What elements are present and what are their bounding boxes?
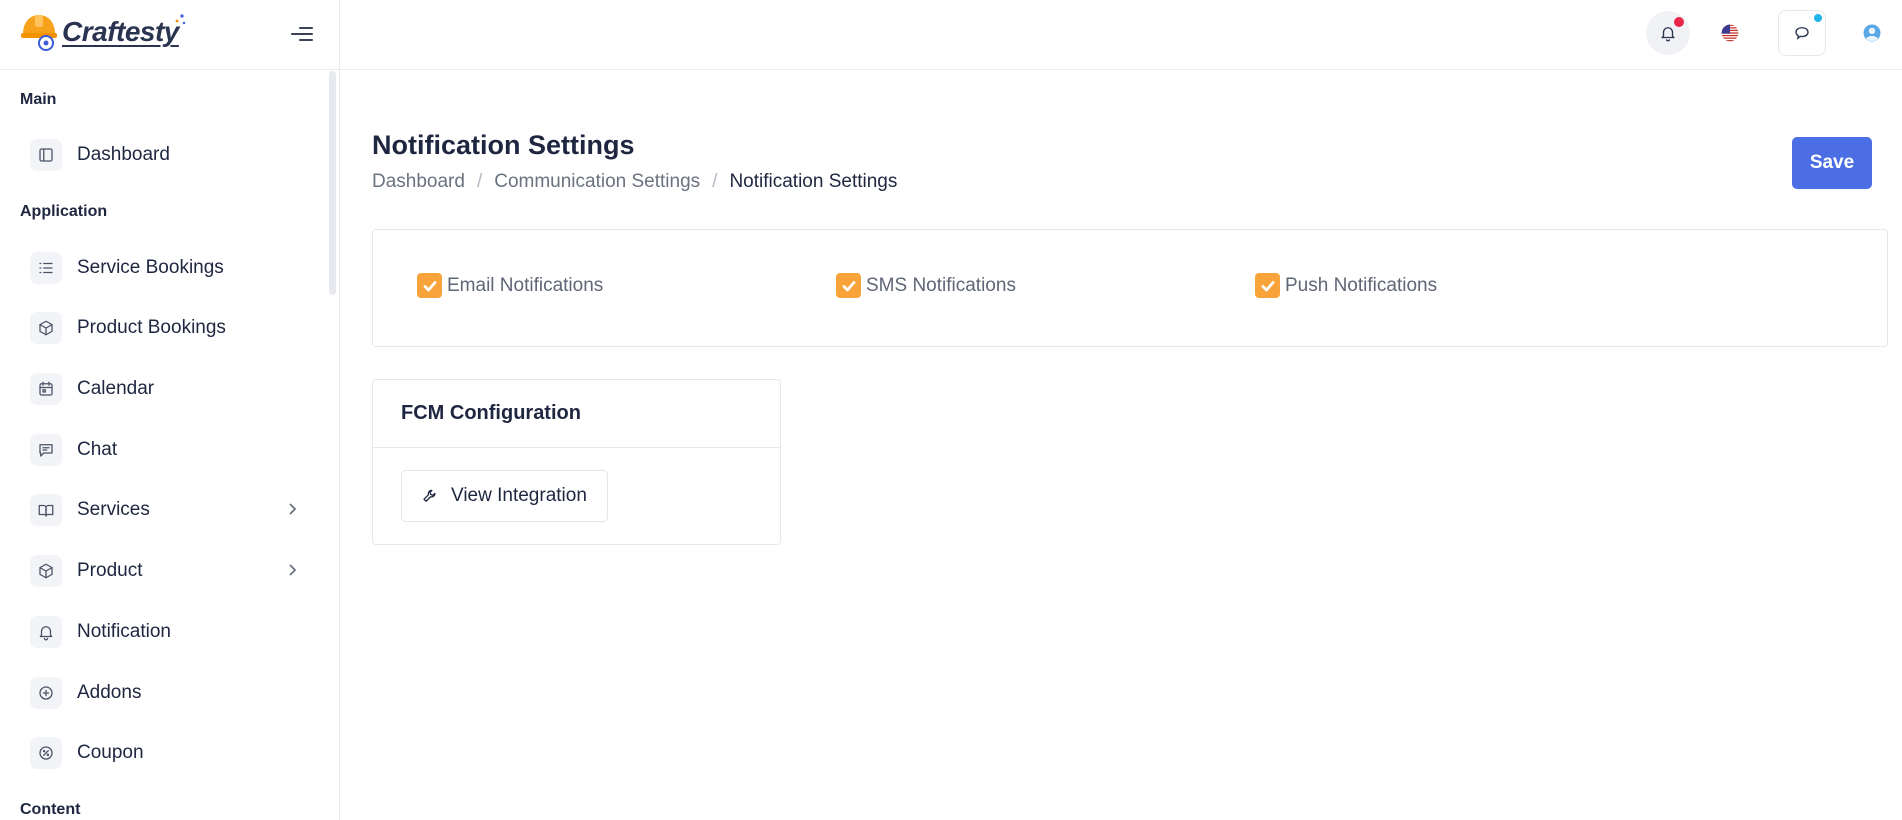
- sidebar-item-label: Services: [77, 499, 150, 520]
- sidebar-item-product-bookings[interactable]: Product Bookings: [30, 306, 310, 350]
- messages-dot: [1814, 14, 1822, 22]
- book-icon: [30, 494, 62, 526]
- push-notifications-label: Push Notifications: [1285, 274, 1438, 296]
- checkmark-icon[interactable]: [836, 273, 861, 298]
- bell-icon: [1661, 27, 1675, 42]
- section-label-main: Main: [20, 91, 57, 108]
- sidebar-item-product[interactable]: Product: [30, 549, 310, 593]
- sidebar: Craftesty Main Dashboard Application Ser…: [0, 0, 340, 820]
- us-flag-icon: [1721, 24, 1739, 42]
- email-notifications-label: Email Notifications: [447, 274, 604, 296]
- plus-circle-icon: [30, 677, 62, 709]
- sidebar-item-service-bookings[interactable]: Service Bookings: [30, 246, 310, 290]
- logo-bar: Craftesty: [0, 0, 339, 70]
- brand-logo[interactable]: Craftesty: [20, 12, 187, 52]
- email-notifications-checkbox[interactable]: Email Notifications: [417, 273, 603, 298]
- sparkle-icon: [175, 14, 186, 25]
- sidebar-item-dashboard[interactable]: Dashboard: [30, 133, 310, 177]
- sidebar-item-label: Service Bookings: [77, 257, 224, 278]
- section-label-content: Content: [20, 801, 81, 818]
- sidebar-scrollbar[interactable]: [329, 71, 336, 295]
- breadcrumb: Dashboard / Communication Settings / Not…: [372, 171, 897, 193]
- sidebar-item-label: Chat: [77, 439, 118, 460]
- topbar: [340, 0, 1902, 70]
- sidebar-item-chat[interactable]: Chat: [30, 428, 310, 472]
- sidebar-item-label: Addons: [77, 682, 142, 703]
- menu-toggle-icon[interactable]: [291, 25, 313, 43]
- checkmark-icon[interactable]: [417, 273, 442, 298]
- sidebar-item-label: Product: [77, 560, 143, 581]
- language-button[interactable]: [1706, 10, 1754, 56]
- list-icon: [30, 252, 62, 284]
- breadcrumb-separator: /: [712, 171, 718, 192]
- breadcrumb-current: Notification Settings: [729, 171, 898, 192]
- bell-icon: [30, 616, 62, 648]
- chevron-right-icon: [284, 562, 300, 578]
- sidebar-item-label: Notification: [77, 621, 171, 642]
- notifications-button[interactable]: [1646, 11, 1690, 55]
- save-button[interactable]: Save: [1792, 137, 1872, 189]
- avatar[interactable]: [1848, 10, 1896, 56]
- view-integration-button[interactable]: View Integration: [401, 470, 608, 522]
- sidebar-item-coupon[interactable]: Coupon: [30, 731, 310, 775]
- fcm-card-title: FCM Configuration: [373, 380, 780, 448]
- box-icon: [30, 312, 62, 344]
- push-notifications-checkbox[interactable]: Push Notifications: [1255, 273, 1437, 298]
- layout-icon: [30, 139, 62, 171]
- view-integration-label: View Integration: [451, 485, 587, 506]
- sidebar-item-calendar[interactable]: Calendar: [30, 367, 310, 411]
- sidebar-item-label: Dashboard: [77, 144, 170, 165]
- hard-hat-gear-icon: [20, 12, 58, 52]
- sidebar-item-services[interactable]: Services: [30, 488, 310, 532]
- messages-button[interactable]: [1778, 10, 1826, 56]
- wrench-icon: [423, 489, 436, 502]
- sms-notifications-checkbox[interactable]: SMS Notifications: [836, 273, 1016, 298]
- sidebar-item-label: Product Bookings: [77, 317, 226, 338]
- box-icon: [30, 555, 62, 587]
- fcm-configuration-card: FCM Configuration View Integration: [372, 379, 781, 545]
- section-label-application: Application: [20, 203, 108, 220]
- sidebar-item-addons[interactable]: Addons: [30, 671, 310, 715]
- message-icon: [30, 434, 62, 466]
- page-title: Notification Settings: [372, 130, 635, 160]
- checkmark-icon[interactable]: [1255, 273, 1280, 298]
- breadcrumb-separator: /: [476, 171, 483, 192]
- sidebar-item-label: Calendar: [77, 378, 155, 399]
- notification-dot: [1674, 17, 1684, 27]
- sidebar-item-notification[interactable]: Notification: [30, 610, 310, 654]
- sidebar-item-label: Coupon: [77, 742, 144, 763]
- sms-notifications-label: SMS Notifications: [866, 274, 1016, 296]
- calendar-icon: [30, 373, 62, 405]
- notification-channels-card: Email Notifications SMS Notifications Pu…: [372, 229, 1888, 347]
- breadcrumb-dashboard[interactable]: Dashboard: [372, 171, 465, 193]
- discount-icon: [30, 737, 62, 769]
- chevron-right-icon: [284, 501, 300, 517]
- breadcrumb-communication-settings[interactable]: Communication Settings: [494, 171, 700, 193]
- brand-name: Craftesty: [62, 16, 179, 47]
- user-avatar-icon: [1863, 24, 1881, 42]
- chat-icon: [1795, 27, 1809, 40]
